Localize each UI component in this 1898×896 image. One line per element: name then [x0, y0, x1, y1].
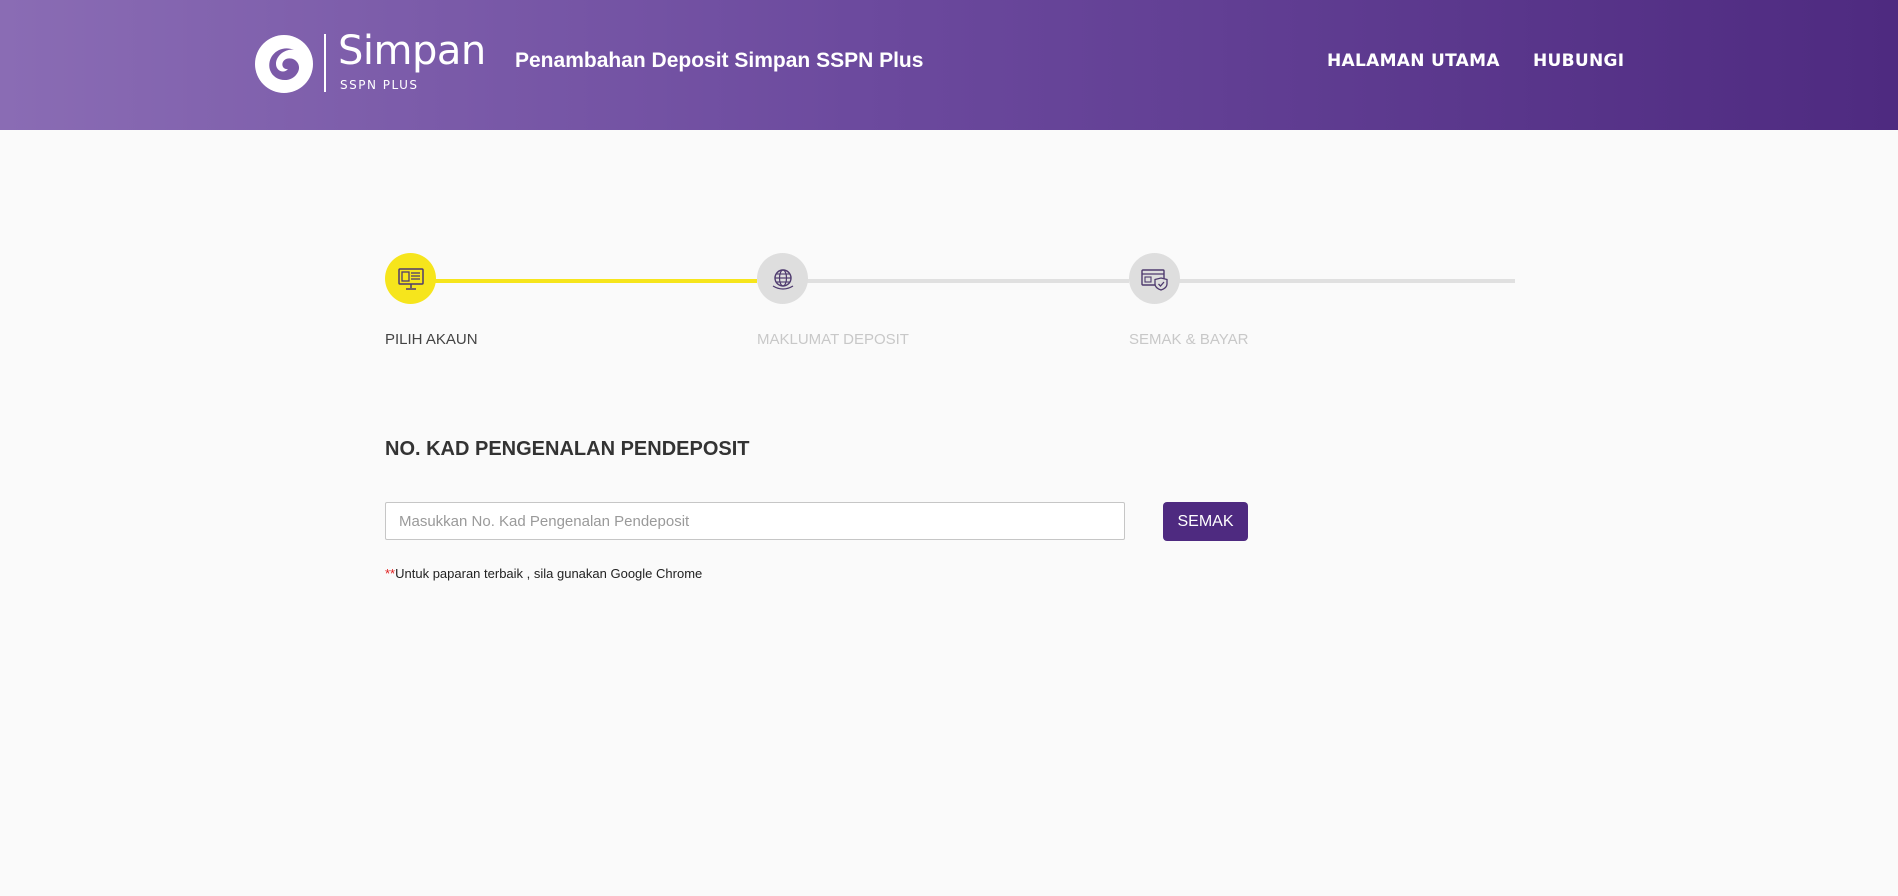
- account-monitor-icon: [397, 267, 424, 290]
- step-connector-1: [435, 279, 757, 283]
- step-label-maklumat-deposit: MAKLUMAT DEPOSIT: [757, 331, 909, 348]
- form-section-title: NO. KAD PENGENALAN PENDEPOSIT: [385, 438, 750, 460]
- step-1-indicator: [385, 253, 436, 304]
- logo-name: Simpan: [338, 28, 486, 74]
- ic-number-input[interactable]: [385, 502, 1125, 540]
- note-asterisk: **: [385, 566, 396, 581]
- step-2-indicator: [757, 253, 808, 304]
- secure-payment-icon: [1140, 268, 1168, 291]
- step-connector-3: [1179, 279, 1515, 283]
- note-text: Untuk paparan terbaik , sila gunakan Goo…: [395, 566, 703, 581]
- step-3-indicator: [1129, 253, 1180, 304]
- step-connector-2: [807, 279, 1129, 283]
- nav-contact-link[interactable]: HUBUNGI: [1533, 51, 1624, 71]
- browser-note: **Untuk paparan terbaik , sila gunakan G…: [385, 566, 702, 581]
- logo-subtitle: SSPN PLUS: [340, 78, 419, 92]
- simpan-swirl-icon: [255, 35, 313, 93]
- globe-icon: [772, 268, 793, 290]
- simpan-logo[interactable]: Simpan SSPN PLUS: [254, 28, 486, 96]
- nav-home-link[interactable]: HALAMAN UTAMA: [1327, 51, 1500, 71]
- semak-button[interactable]: SEMAK: [1163, 502, 1248, 541]
- page-header: Simpan SSPN PLUS Penambahan Deposit Simp…: [0, 0, 1898, 130]
- page-title: Penambahan Deposit Simpan SSPN Plus: [515, 49, 924, 72]
- step-label-pilih-akaun: PILIH AKAUN: [385, 331, 478, 348]
- logo-divider: [324, 34, 326, 92]
- progress-stepper: PILIH AKAUN MAKLUMAT DEPOSIT SEMAK & BAY…: [385, 253, 1515, 353]
- step-label-semak-bayar: SEMAK & BAYAR: [1129, 331, 1249, 348]
